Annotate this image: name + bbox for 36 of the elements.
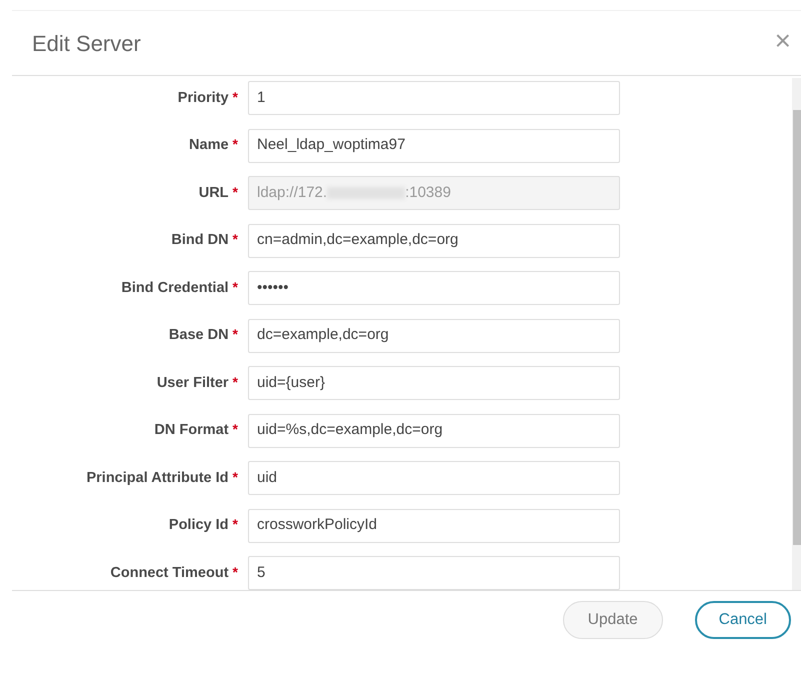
input-field[interactable]: uid={user} (248, 366, 620, 400)
input-field[interactable]: Neel_ldap_woptima97 (248, 128, 620, 162)
input-field[interactable]: 1 (248, 81, 620, 115)
action-button[interactable]: Cancel (694, 601, 791, 639)
required-mark: * (232, 516, 238, 532)
required-mark: * (232, 374, 238, 390)
field-label: URL (198, 184, 229, 201)
required-mark: * (232, 278, 238, 295)
required-mark: * (232, 231, 238, 248)
input-field[interactable]: uid=%s,dc=example,dc=org (248, 414, 620, 448)
field-label: Priority (178, 90, 229, 106)
dialog-title: Edit Server (32, 30, 141, 58)
field-label: Name (189, 137, 229, 154)
input-field: ldap://172. :10389 (248, 176, 620, 210)
input-field[interactable]: dc=example,dc=org (248, 318, 620, 352)
required-mark: * (232, 184, 238, 200)
input-field[interactable]: •••••• (248, 271, 620, 305)
required-mark: * (232, 564, 238, 580)
field-label: User Filter (156, 374, 229, 391)
input-field[interactable]: uid (248, 461, 620, 495)
input-field[interactable]: 5 (248, 556, 620, 590)
field-label: Principal Attribute Id (86, 470, 229, 486)
required-mark: * (232, 468, 238, 485)
field-label: Bind Credential (121, 280, 229, 296)
field-label: Base DN (168, 327, 229, 344)
field-label: Connect Timeout (110, 564, 229, 581)
input-field[interactable]: crossworkPolicyId (248, 508, 620, 542)
field-label: Bind DN (171, 232, 229, 248)
required-mark: * (232, 136, 238, 152)
field-label: Policy Id (168, 517, 229, 534)
scrollbar[interactable] (792, 78, 801, 590)
required-mark: * (232, 88, 238, 105)
required-mark: * (232, 326, 238, 342)
field-label: DN Format (154, 422, 229, 438)
required-mark: * (232, 421, 238, 438)
input-field[interactable]: cn=admin,dc=example,dc=org (248, 224, 620, 258)
